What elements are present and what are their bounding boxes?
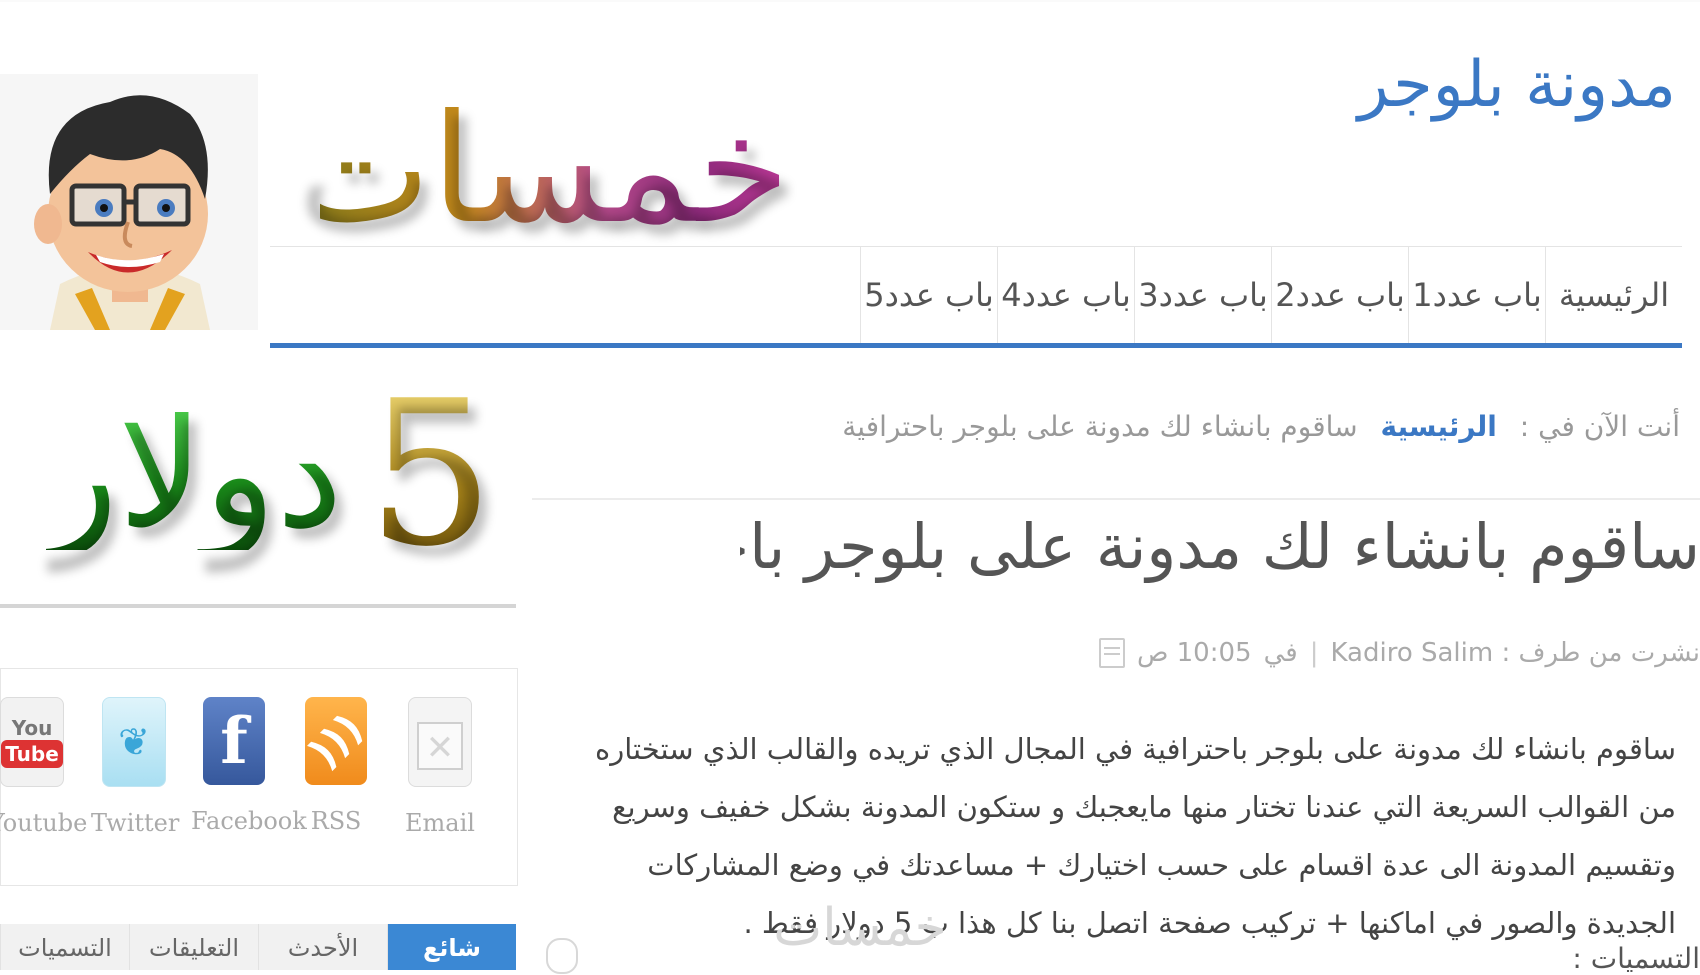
social-item-youtube[interactable]: You Tube Youtube (0, 697, 88, 837)
content-divider (532, 498, 1700, 500)
sidebar-tabs: شائع الأحدث التعليقات التسميات (0, 924, 516, 970)
tags-label: التسميات : (1572, 942, 1700, 975)
post-title[interactable]: ساقوم بانشاء لك مدونة على بلوجر باحترافي… (740, 510, 1700, 583)
social-box: Email ))) RSS f Facebook ❦ Twitter You T… (0, 668, 518, 886)
twitter-icon[interactable]: ❦ (102, 697, 166, 787)
social-label-twitter: Twitter (91, 809, 180, 837)
post-in-label: في (1263, 638, 1298, 668)
post-body: ساقوم بانشاء لك مدونة على بلوجر باحترافي… (595, 732, 1676, 940)
price-logo: 5 دولار (30, 350, 510, 600)
tab-latest[interactable]: الأحدث (258, 924, 387, 970)
breadcrumb: أنت الآن في : الرئيسية ساقوم بانشاء لك م… (842, 410, 1680, 443)
breadcrumb-current: ساقوم بانشاء لك مدونة على بلوجر باحترافي… (842, 410, 1358, 443)
nav-item-section-1[interactable]: باب عدد1 (1408, 247, 1545, 343)
price-word: دولار (45, 388, 343, 562)
khamsat-watermark: خمسات (773, 898, 947, 958)
rss-icon[interactable]: ))) (300, 697, 372, 785)
social-label-facebook: Facebook (191, 807, 307, 835)
nav-item-section-4[interactable]: باب عدد4 (997, 247, 1134, 343)
social-item-twitter[interactable]: ❦ Twitter (91, 697, 180, 837)
mascot-image (0, 74, 258, 330)
top-edge (0, 0, 1700, 2)
blog-title[interactable]: مدونة بلوجر (1358, 48, 1676, 122)
facebook-icon[interactable]: f (203, 697, 265, 785)
price-number: 5 (366, 358, 495, 591)
email-icon[interactable] (408, 697, 472, 787)
social-label-youtube: Youtube (0, 809, 88, 837)
social-item-email[interactable]: Email (397, 697, 483, 837)
main-nav: الرئيسية باب عدد1 باب عدد2 باب عدد3 باب … (270, 246, 1682, 348)
attachment-icon (546, 938, 578, 974)
nav-item-section-2[interactable]: باب عدد2 (1271, 247, 1408, 343)
tab-labels[interactable]: التسميات (0, 924, 129, 970)
meta-separator: | (1309, 638, 1319, 668)
social-item-facebook[interactable]: f Facebook (191, 697, 307, 835)
post-meta: نشرت من طرف : Kadiro Salim | في 10:05 ص (1098, 638, 1700, 668)
comment-icon[interactable] (1098, 638, 1125, 668)
post-time: 10:05 ص (1136, 638, 1252, 668)
sidebar-divider (0, 604, 516, 608)
breadcrumb-home-link[interactable]: الرئيسية (1380, 410, 1496, 443)
social-label-email: Email (405, 809, 475, 837)
nav-item-section-3[interactable]: باب عدد3 (1134, 247, 1271, 343)
youtube-icon[interactable]: You Tube (0, 697, 64, 787)
tab-popular[interactable]: شائع (387, 924, 516, 970)
tab-comments[interactable]: التعليقات (129, 924, 258, 970)
post-author[interactable]: نشرت من طرف : Kadiro Salim (1330, 638, 1700, 668)
breadcrumb-prefix: أنت الآن في : (1519, 410, 1680, 443)
nav-item-section-5[interactable]: باب عدد5 (860, 247, 997, 343)
nav-item-home[interactable]: الرئيسية (1545, 247, 1682, 343)
